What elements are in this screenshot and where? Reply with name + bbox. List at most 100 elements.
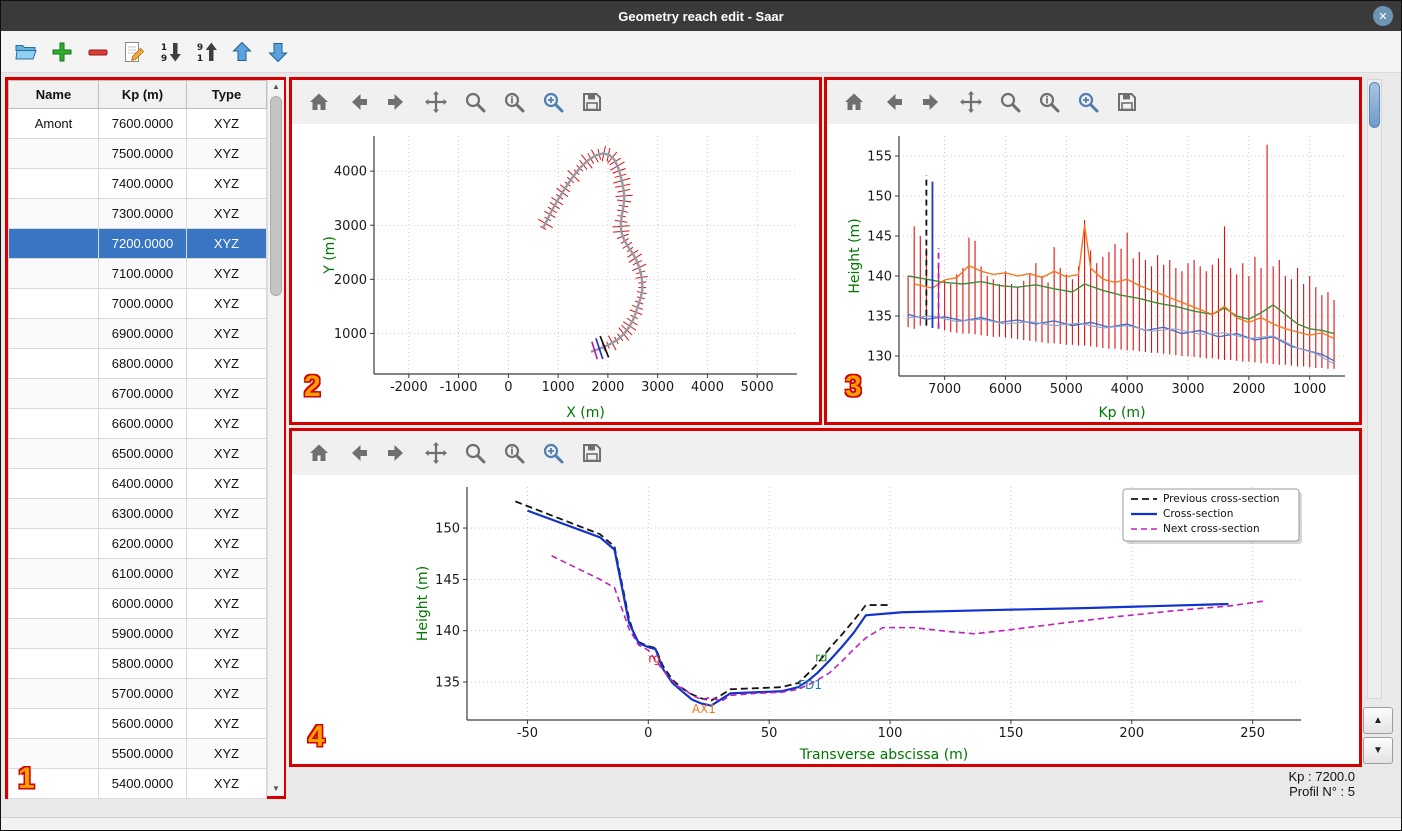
table-cell[interactable]: 6400.0000 xyxy=(98,468,187,499)
table-cell[interactable] xyxy=(8,438,99,469)
table-cell[interactable]: XYZ xyxy=(186,708,267,739)
save-icon[interactable] xyxy=(579,89,605,115)
zoom-icon[interactable] xyxy=(997,89,1023,115)
zoom-info-icon[interactable]: i xyxy=(501,89,527,115)
back-icon[interactable] xyxy=(880,89,906,115)
table-cell[interactable]: XYZ xyxy=(186,648,267,679)
table-row[interactable]: 7000.0000 XYZ xyxy=(8,288,267,319)
table-cell[interactable]: Amont xyxy=(8,108,99,139)
remove-row-icon[interactable] xyxy=(85,39,111,65)
table-cell[interactable] xyxy=(8,228,99,259)
table-row[interactable]: 6000.0000 XYZ xyxy=(8,588,267,619)
table-cell[interactable]: 7000.0000 xyxy=(98,288,187,319)
table-cell[interactable]: XYZ xyxy=(186,288,267,319)
table-cell[interactable]: 6900.0000 xyxy=(98,318,187,349)
table-cell[interactable]: XYZ xyxy=(186,198,267,229)
table-cell[interactable]: XYZ xyxy=(186,468,267,499)
table-cell[interactable]: 5600.0000 xyxy=(98,708,187,739)
sort-asc-icon[interactable]: 19 xyxy=(157,39,183,65)
table-cell[interactable]: XYZ xyxy=(186,438,267,469)
table-cell[interactable] xyxy=(8,408,99,439)
cross-section-chart[interactable]: -50 0 50 100 150 200 250 135 140 145 150 Transverse… xyxy=(292,475,1359,764)
open-folder-icon[interactable] xyxy=(13,39,39,65)
forward-icon[interactable] xyxy=(919,89,945,115)
back-icon[interactable] xyxy=(345,89,371,115)
plan-view-chart[interactable]: -2000 -1000 0 1000 2000 3000 4000 5000 1000 2000 3… xyxy=(292,124,819,422)
table-row[interactable]: 6100.0000 XYZ xyxy=(8,558,267,589)
table-cell[interactable]: XYZ xyxy=(186,768,267,799)
table-row[interactable]: 7500.0000 XYZ xyxy=(8,138,267,169)
table-cell[interactable]: 5800.0000 xyxy=(98,648,187,679)
zoom-plus-icon[interactable] xyxy=(1075,89,1101,115)
table-row[interactable]: 6200.0000 XYZ xyxy=(8,528,267,559)
table-cell[interactable] xyxy=(8,378,99,409)
zoom-info-icon[interactable]: i xyxy=(501,440,527,466)
table-cell[interactable]: 7400.0000 xyxy=(98,168,187,199)
table-row[interactable]: 7100.0000 XYZ xyxy=(8,258,267,289)
table-cell[interactable]: XYZ xyxy=(186,228,267,259)
table-cell[interactable]: 5500.0000 xyxy=(98,738,187,769)
table-cell[interactable]: 6200.0000 xyxy=(98,528,187,559)
table-cell[interactable] xyxy=(8,498,99,529)
table-cell[interactable]: XYZ xyxy=(186,678,267,709)
move-down-icon[interactable] xyxy=(265,39,291,65)
zoom-plus-icon[interactable] xyxy=(540,89,566,115)
table-cell[interactable]: XYZ xyxy=(186,498,267,529)
pan-icon[interactable] xyxy=(423,440,449,466)
table-row[interactable]: 6700.0000 XYZ xyxy=(8,378,267,409)
table-cell[interactable] xyxy=(8,588,99,619)
table-cell[interactable]: XYZ xyxy=(186,378,267,409)
move-up-icon[interactable] xyxy=(229,39,255,65)
table-cell[interactable]: XYZ xyxy=(186,618,267,649)
table-cell[interactable]: 5400.0000 xyxy=(98,768,187,799)
table-cell[interactable]: XYZ xyxy=(186,348,267,379)
table-cell[interactable] xyxy=(8,558,99,589)
table-cell[interactable]: 6600.0000 xyxy=(98,408,187,439)
table-cell[interactable] xyxy=(8,348,99,379)
home-icon[interactable] xyxy=(306,440,332,466)
table-cell[interactable]: 6500.0000 xyxy=(98,438,187,469)
table-cell[interactable]: 7500.0000 xyxy=(98,138,187,169)
table-scrollbar[interactable]: ▲ ▼ xyxy=(267,80,284,796)
back-icon[interactable] xyxy=(345,440,371,466)
sort-desc-icon[interactable]: 91 xyxy=(193,39,219,65)
column-header[interactable]: Kp (m) xyxy=(98,80,187,109)
table-row[interactable]: 7400.0000 XYZ xyxy=(8,168,267,199)
table-cell[interactable]: 6300.0000 xyxy=(98,498,187,529)
table-cell[interactable]: XYZ xyxy=(186,408,267,439)
table-row[interactable]: 6300.0000 XYZ xyxy=(8,498,267,529)
table-cell[interactable] xyxy=(8,318,99,349)
zoom-icon[interactable] xyxy=(462,440,488,466)
table-row[interactable]: 6500.0000 XYZ xyxy=(8,438,267,469)
table-cell[interactable]: XYZ xyxy=(186,318,267,349)
table-row[interactable]: 6800.0000 XYZ xyxy=(8,348,267,379)
table-cell[interactable] xyxy=(8,618,99,649)
edit-row-icon[interactable] xyxy=(121,39,147,65)
home-icon[interactable] xyxy=(306,89,332,115)
close-icon[interactable]: ✕ xyxy=(1373,6,1393,26)
column-header[interactable]: Type xyxy=(186,80,267,109)
profile-up-button[interactable]: ▲ xyxy=(1363,707,1393,734)
table-cell[interactable] xyxy=(8,678,99,709)
table-row[interactable]: 7200.0000 XYZ xyxy=(8,228,267,259)
table-cell[interactable] xyxy=(8,288,99,319)
scroll-down-icon[interactable]: ▼ xyxy=(268,782,284,796)
zoom-plus-icon[interactable] xyxy=(540,440,566,466)
profile-chart[interactable]: 7000 6000 5000 4000 3000 2000 1000 130 135 140 145… xyxy=(827,124,1359,422)
table-cell[interactable]: XYZ xyxy=(186,528,267,559)
table-cell[interactable] xyxy=(8,528,99,559)
table-cell[interactable]: 6000.0000 xyxy=(98,588,187,619)
table-row[interactable]: 5600.0000 XYZ xyxy=(8,708,267,739)
table-cell[interactable]: 7100.0000 xyxy=(98,258,187,289)
table-row[interactable]: 7300.0000 XYZ xyxy=(8,198,267,229)
zoom-icon[interactable] xyxy=(462,89,488,115)
column-header[interactable]: Name xyxy=(8,80,99,109)
window-scrollbar[interactable] xyxy=(1367,79,1382,699)
pan-icon[interactable] xyxy=(423,89,449,115)
table-row[interactable]: 5500.0000 XYZ xyxy=(8,738,267,769)
table-cell[interactable]: XYZ xyxy=(186,138,267,169)
table-cell[interactable]: 6100.0000 xyxy=(98,558,187,589)
zoom-info-icon[interactable]: i xyxy=(1036,89,1062,115)
table-row[interactable]: 6400.0000 XYZ xyxy=(8,468,267,499)
table-cell[interactable]: 7600.0000 xyxy=(98,108,187,139)
